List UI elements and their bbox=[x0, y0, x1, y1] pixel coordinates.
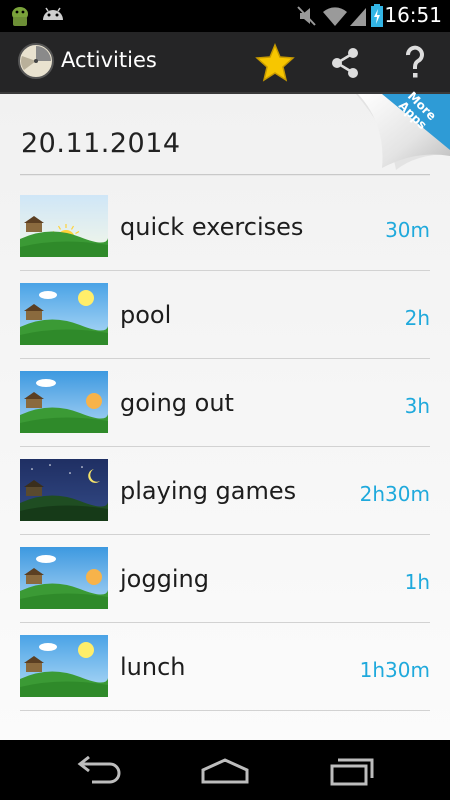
help-button[interactable] bbox=[392, 40, 438, 86]
home-icon[interactable] bbox=[200, 756, 250, 786]
android-debug-icon bbox=[12, 7, 28, 26]
list-item[interactable]: lunch 1h30m bbox=[20, 622, 430, 711]
share-icon bbox=[332, 48, 358, 78]
recents-icon[interactable] bbox=[328, 756, 376, 786]
status-bar: 16:51 bbox=[0, 0, 450, 32]
status-time: 16:51 bbox=[384, 3, 442, 27]
activity-name: playing games bbox=[120, 477, 297, 505]
activity-thumbnail bbox=[20, 371, 108, 433]
list-item[interactable]: playing games 2h30m bbox=[20, 446, 430, 535]
activity-name: going out bbox=[120, 389, 234, 417]
activity-thumbnail bbox=[20, 459, 108, 521]
activity-duration: 2h30m bbox=[359, 482, 430, 506]
page-title: Activities bbox=[61, 48, 157, 72]
activity-thumbnail bbox=[20, 635, 108, 697]
date-header: 20.11.2014 bbox=[21, 128, 181, 159]
mute-icon bbox=[297, 6, 316, 26]
activity-duration: 1h30m bbox=[359, 658, 430, 682]
wifi-icon bbox=[323, 7, 347, 26]
activity-duration: 30m bbox=[385, 218, 430, 242]
battery-charging-icon bbox=[371, 4, 383, 27]
list-item[interactable]: going out 3h bbox=[20, 358, 430, 447]
navigation-bar bbox=[0, 740, 450, 800]
action-bar: Activities bbox=[0, 32, 450, 94]
signal-icon bbox=[350, 8, 366, 26]
list-item[interactable]: jogging 1h bbox=[20, 534, 430, 623]
activity-name: lunch bbox=[120, 653, 186, 681]
more-apps-button[interactable]: More Apps bbox=[356, 89, 450, 174]
help-icon bbox=[406, 45, 424, 78]
app-logo-icon[interactable] bbox=[16, 40, 56, 80]
share-button[interactable] bbox=[322, 40, 368, 86]
favorite-star-icon bbox=[255, 43, 295, 82]
back-icon[interactable] bbox=[76, 756, 124, 786]
date-divider bbox=[20, 174, 430, 176]
activity-thumbnail bbox=[20, 283, 108, 345]
activity-list-page: 20.11.2014 More Apps quick exercises 30m bbox=[0, 89, 450, 740]
activity-duration: 1h bbox=[404, 570, 430, 594]
list-item[interactable]: quick exercises 30m bbox=[20, 182, 430, 271]
list-item[interactable]: pool 2h bbox=[20, 270, 430, 359]
favorite-button[interactable] bbox=[252, 40, 298, 86]
android-icon bbox=[43, 7, 63, 20]
activity-duration: 3h bbox=[404, 394, 430, 418]
activity-thumbnail bbox=[20, 195, 108, 257]
activity-name: pool bbox=[120, 301, 172, 329]
activity-thumbnail bbox=[20, 547, 108, 609]
activity-name: jogging bbox=[120, 565, 209, 593]
activity-duration: 2h bbox=[404, 306, 430, 330]
activity-name: quick exercises bbox=[120, 213, 304, 241]
